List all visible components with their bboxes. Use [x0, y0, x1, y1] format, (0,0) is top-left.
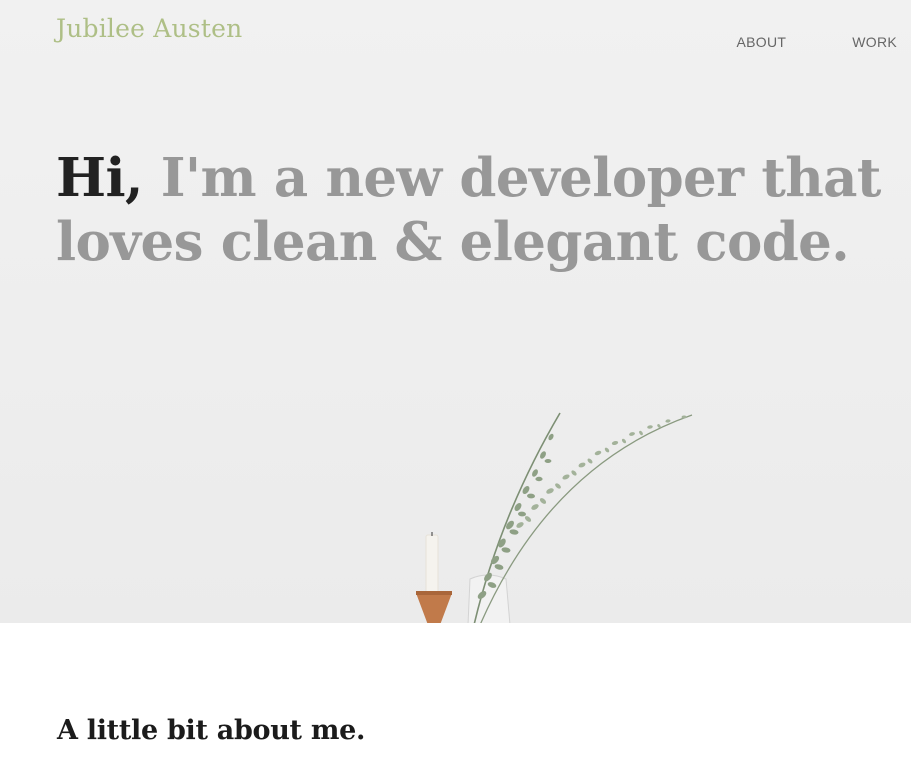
- headline-greeting: Hi,: [56, 147, 143, 209]
- hero-headline: Hi, I'm a new developer that loves clean …: [56, 146, 901, 274]
- hero-section: Jubilee Austen ABOUT WORK Hi, I'm a new …: [0, 0, 911, 623]
- headline-line2: loves clean & elegant code.: [56, 211, 850, 273]
- headline-line1: I'm a new developer that: [142, 147, 882, 209]
- about-heading: A little bit about me.: [57, 715, 366, 746]
- about-section: A little bit about me.: [0, 623, 911, 782]
- nav-link-work[interactable]: WORK: [852, 34, 897, 50]
- eucalyptus-vase-icon: [416, 412, 693, 623]
- main-nav: ABOUT WORK: [737, 34, 898, 50]
- nav-link-about[interactable]: ABOUT: [737, 34, 787, 50]
- brand-logo[interactable]: Jubilee Austen: [56, 14, 242, 43]
- portfolio-page: Jubilee Austen ABOUT WORK Hi, I'm a new …: [0, 0, 911, 782]
